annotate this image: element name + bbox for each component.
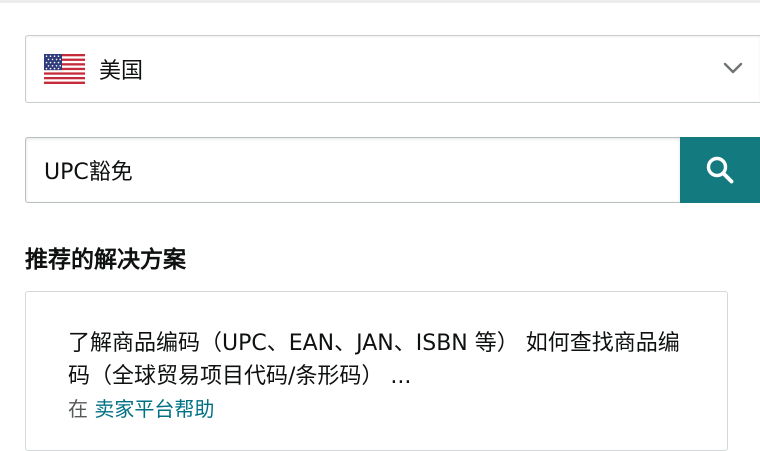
chevron-down-icon <box>723 62 743 74</box>
seller-central-help-link[interactable]: 卖家平台帮助 <box>94 397 214 421</box>
selected-country-label: 美国 <box>99 59 144 84</box>
top-divider <box>0 0 760 3</box>
search-button[interactable] <box>680 137 760 203</box>
recommended-solutions-heading: 推荐的解决方案 <box>25 247 186 273</box>
recommendation-card: 了解商品编码（UPC、EAN、JAN、ISBN 等） 如何查找商品编码（全球贸易… <box>25 291 728 451</box>
result-source-prefix: 在 <box>68 397 88 421</box>
result-source: 在 卖家平台帮助 <box>68 395 687 423</box>
search-icon <box>706 156 734 184</box>
us-flag-icon <box>44 54 85 84</box>
search-input[interactable] <box>25 137 680 203</box>
country-selector[interactable]: 美国 <box>25 35 760 103</box>
result-title-link[interactable]: 了解商品编码（UPC、EAN、JAN、ISBN 等） 如何查找商品编码（全球贸易… <box>68 327 687 393</box>
help-search-bar <box>25 137 760 203</box>
